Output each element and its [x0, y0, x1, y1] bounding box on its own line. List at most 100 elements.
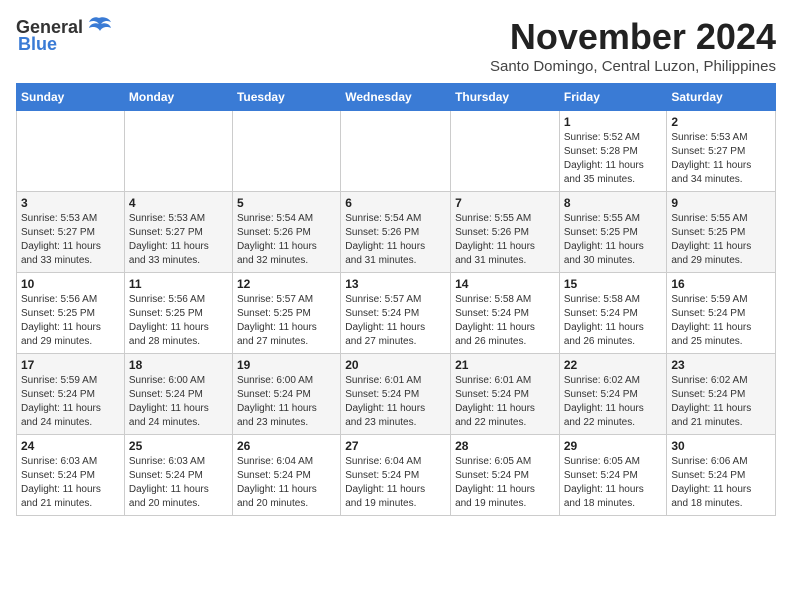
calendar-cell: 24 Sunrise: 6:03 AM Sunset: 5:24 PM Dayli…	[17, 435, 125, 516]
day-info: Sunrise: 6:02 AM Sunset: 5:24 PM Dayligh…	[671, 374, 771, 430]
calendar-cell: 10Sunrise: 5:56 AM Sunset: 5:25 PM Dayli…	[17, 273, 125, 354]
day-info: Sunrise: 6:05 AM Sunset: 5:24 PM Dayligh…	[564, 455, 663, 511]
day-info: Sunrise: 5:55 AM Sunset: 5:26 PM Dayligh…	[455, 212, 555, 268]
day-info: Sunrise: 5:58 AM Sunset: 5:24 PM Dayligh…	[564, 293, 663, 349]
calendar-cell: 12Sunrise: 5:57 AM Sunset: 5:25 PM Dayli…	[232, 273, 340, 354]
calendar-cell: 25Sunrise: 6:03 AM Sunset: 5:24 PM Dayli…	[124, 435, 232, 516]
calendar-cell: 3 Sunrise: 5:53 AM Sunset: 5:27 PM Daylig…	[17, 192, 125, 273]
day-number: 5	[237, 196, 336, 210]
header-thursday: Thursday	[451, 84, 560, 111]
calendar-cell: 29 Sunrise: 6:05 AM Sunset: 5:24 PM Dayli…	[559, 435, 667, 516]
calendar-cell: 23 Sunrise: 6:02 AM Sunset: 5:24 PM Dayli…	[667, 354, 776, 435]
header-wednesday: Wednesday	[341, 84, 451, 111]
day-info: Sunrise: 6:01 AM Sunset: 5:24 PM Dayligh…	[455, 374, 555, 430]
day-info: Sunrise: 5:59 AM Sunset: 5:24 PM Dayligh…	[21, 374, 120, 430]
day-info: Sunrise: 6:00 AM Sunset: 5:24 PM Dayligh…	[237, 374, 336, 430]
day-number: 14	[455, 277, 555, 291]
calendar-cell: 6Sunrise: 5:54 AM Sunset: 5:26 PM Daylig…	[341, 192, 451, 273]
week-row-2: 10Sunrise: 5:56 AM Sunset: 5:25 PM Dayli…	[17, 273, 776, 354]
day-info: Sunrise: 5:53 AM Sunset: 5:27 PM Dayligh…	[21, 212, 120, 268]
day-number: 29	[564, 439, 663, 453]
day-number: 19	[237, 358, 336, 372]
calendar-cell: 18Sunrise: 6:00 AM Sunset: 5:24 PM Dayli…	[124, 354, 232, 435]
day-info: Sunrise: 6:03 AM Sunset: 5:24 PM Dayligh…	[21, 455, 120, 511]
calendar-cell: 22Sunrise: 6:02 AM Sunset: 5:24 PM Dayli…	[559, 354, 667, 435]
day-info: Sunrise: 6:04 AM Sunset: 5:24 PM Dayligh…	[345, 455, 446, 511]
header: General Blue November 2024 Santo Domingo…	[16, 16, 776, 75]
header-sunday: Sunday	[17, 84, 125, 111]
day-info: Sunrise: 5:53 AM Sunset: 5:27 PM Dayligh…	[671, 131, 771, 187]
day-info: Sunrise: 5:54 AM Sunset: 5:26 PM Dayligh…	[345, 212, 446, 268]
day-number: 12	[237, 277, 336, 291]
calendar-cell: 13 Sunrise: 5:57 AM Sunset: 5:24 PM Dayli…	[341, 273, 451, 354]
calendar-cell: 21 Sunrise: 6:01 AM Sunset: 5:24 PM Dayli…	[451, 354, 560, 435]
day-number: 10	[21, 277, 120, 291]
location-title: Santo Domingo, Central Luzon, Philippine…	[490, 58, 776, 75]
calendar-cell	[232, 111, 340, 192]
header-saturday: Saturday	[667, 84, 776, 111]
logo: General Blue	[16, 16, 113, 55]
day-number: 9	[671, 196, 771, 210]
calendar-cell: 5 Sunrise: 5:54 AM Sunset: 5:26 PM Daylig…	[232, 192, 340, 273]
day-info: Sunrise: 5:58 AM Sunset: 5:24 PM Dayligh…	[455, 293, 555, 349]
day-number: 2	[671, 115, 771, 129]
day-info: Sunrise: 6:00 AM Sunset: 5:24 PM Dayligh…	[129, 374, 228, 430]
calendar-cell: 4Sunrise: 5:53 AM Sunset: 5:27 PM Daylig…	[124, 192, 232, 273]
day-number: 15	[564, 277, 663, 291]
week-row-0: 1 Sunrise: 5:52 AM Sunset: 5:28 PM Daylig…	[17, 111, 776, 192]
day-number: 22	[564, 358, 663, 372]
logo-blue: Blue	[18, 34, 57, 55]
day-number: 27	[345, 439, 446, 453]
header-friday: Friday	[559, 84, 667, 111]
calendar-cell: 28 Sunrise: 6:05 AM Sunset: 5:24 PM Dayli…	[451, 435, 560, 516]
calendar-cell: 30 Sunrise: 6:06 AM Sunset: 5:24 PM Dayli…	[667, 435, 776, 516]
calendar-cell	[124, 111, 232, 192]
day-info: Sunrise: 5:55 AM Sunset: 5:25 PM Dayligh…	[671, 212, 771, 268]
logo-bird-icon	[85, 16, 113, 38]
day-number: 17	[21, 358, 120, 372]
day-number: 24	[21, 439, 120, 453]
week-row-4: 24 Sunrise: 6:03 AM Sunset: 5:24 PM Dayli…	[17, 435, 776, 516]
day-info: Sunrise: 5:52 AM Sunset: 5:28 PM Dayligh…	[564, 131, 663, 187]
day-number: 30	[671, 439, 771, 453]
day-number: 3	[21, 196, 120, 210]
week-row-1: 3 Sunrise: 5:53 AM Sunset: 5:27 PM Daylig…	[17, 192, 776, 273]
day-number: 16	[671, 277, 771, 291]
calendar-cell: 14 Sunrise: 5:58 AM Sunset: 5:24 PM Dayli…	[451, 273, 560, 354]
calendar-cell: 16 Sunrise: 5:59 AM Sunset: 5:24 PM Dayli…	[667, 273, 776, 354]
month-title: November 2024	[490, 16, 776, 58]
title-area: November 2024 Santo Domingo, Central Luz…	[490, 16, 776, 75]
header-monday: Monday	[124, 84, 232, 111]
day-info: Sunrise: 5:59 AM Sunset: 5:24 PM Dayligh…	[671, 293, 771, 349]
day-number: 8	[564, 196, 663, 210]
calendar-cell	[451, 111, 560, 192]
calendar-cell: 9 Sunrise: 5:55 AM Sunset: 5:25 PM Daylig…	[667, 192, 776, 273]
calendar-cell: 7 Sunrise: 5:55 AM Sunset: 5:26 PM Daylig…	[451, 192, 560, 273]
calendar-cell: 20Sunrise: 6:01 AM Sunset: 5:24 PM Dayli…	[341, 354, 451, 435]
calendar-cell	[341, 111, 451, 192]
calendar-cell: 15 Sunrise: 5:58 AM Sunset: 5:24 PM Dayli…	[559, 273, 667, 354]
day-info: Sunrise: 5:54 AM Sunset: 5:26 PM Dayligh…	[237, 212, 336, 268]
day-number: 28	[455, 439, 555, 453]
day-number: 26	[237, 439, 336, 453]
day-number: 13	[345, 277, 446, 291]
calendar-cell: 17 Sunrise: 5:59 AM Sunset: 5:24 PM Dayli…	[17, 354, 125, 435]
day-number: 23	[671, 358, 771, 372]
day-number: 7	[455, 196, 555, 210]
calendar-cell: 1 Sunrise: 5:52 AM Sunset: 5:28 PM Daylig…	[559, 111, 667, 192]
day-info: Sunrise: 6:04 AM Sunset: 5:24 PM Dayligh…	[237, 455, 336, 511]
day-info: Sunrise: 6:06 AM Sunset: 5:24 PM Dayligh…	[671, 455, 771, 511]
calendar-cell: 2 Sunrise: 5:53 AM Sunset: 5:27 PM Daylig…	[667, 111, 776, 192]
day-info: Sunrise: 6:03 AM Sunset: 5:24 PM Dayligh…	[129, 455, 228, 511]
calendar-header-row: SundayMondayTuesdayWednesdayThursdayFrid…	[17, 84, 776, 111]
day-info: Sunrise: 6:05 AM Sunset: 5:24 PM Dayligh…	[455, 455, 555, 511]
day-number: 11	[129, 277, 228, 291]
calendar-cell: 11Sunrise: 5:56 AM Sunset: 5:25 PM Dayli…	[124, 273, 232, 354]
day-info: Sunrise: 5:53 AM Sunset: 5:27 PM Dayligh…	[129, 212, 228, 268]
day-number: 1	[564, 115, 663, 129]
calendar-cell: 26 Sunrise: 6:04 AM Sunset: 5:24 PM Dayli…	[232, 435, 340, 516]
day-info: Sunrise: 5:57 AM Sunset: 5:24 PM Dayligh…	[345, 293, 446, 349]
day-info: Sunrise: 5:55 AM Sunset: 5:25 PM Dayligh…	[564, 212, 663, 268]
day-number: 21	[455, 358, 555, 372]
day-info: Sunrise: 6:01 AM Sunset: 5:24 PM Dayligh…	[345, 374, 446, 430]
